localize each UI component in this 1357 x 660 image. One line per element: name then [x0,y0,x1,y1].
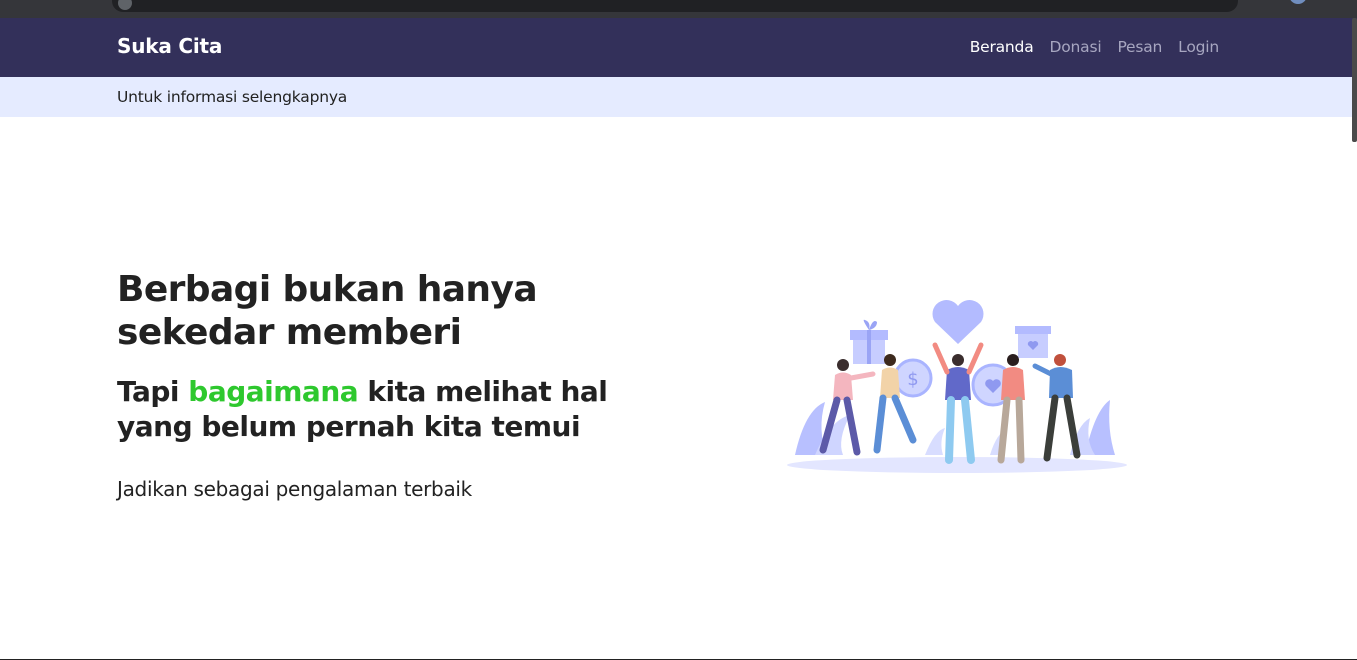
nav-link-login[interactable]: Login [1178,38,1219,56]
nav-link-donasi[interactable]: Donasi [1050,38,1102,56]
info-banner: Untuk informasi selengkapnya [0,77,1357,117]
address-bar[interactable] [112,0,1238,12]
hero-subtitle-prefix: Tapi [117,375,189,408]
hero-subtitle-line2: yang belum pernah kita temui [117,410,581,443]
hero-title-line2: sekedar memberi [117,312,462,353]
info-banner-text[interactable]: Untuk informasi selengkapnya [117,88,347,106]
scrollbar[interactable] [1352,18,1357,142]
hero-subtitle: Tapi bagaimana kita melihat hal yang bel… [117,374,637,444]
hero-description: Jadikan sebagai pengalaman terbaik [117,477,472,501]
browser-toolbar [0,0,1357,18]
hero-title: Berbagi bukan hanya sekedar memberi [117,268,637,354]
brand-logo[interactable]: Suka Cita [117,34,222,58]
donation-people-illustration: $ [787,299,1127,473]
hero-title-line1: Berbagi bukan hanya [117,269,538,310]
hero-subtitle-suffix: kita melihat hal [358,375,608,408]
hero-subtitle-accent: bagaimana [188,375,359,408]
profile-avatar-icon[interactable] [1289,0,1307,4]
svg-text:$: $ [907,369,918,390]
nav-menu: Beranda Donasi Pesan Login [970,38,1220,56]
nav-link-beranda[interactable]: Beranda [970,38,1034,56]
nav-link-pesan[interactable]: Pesan [1117,38,1162,56]
hero-section: Berbagi bukan hanya sekedar memberi Tapi… [117,268,637,501]
navbar: Suka Cita Beranda Donasi Pesan Login [0,18,1357,77]
